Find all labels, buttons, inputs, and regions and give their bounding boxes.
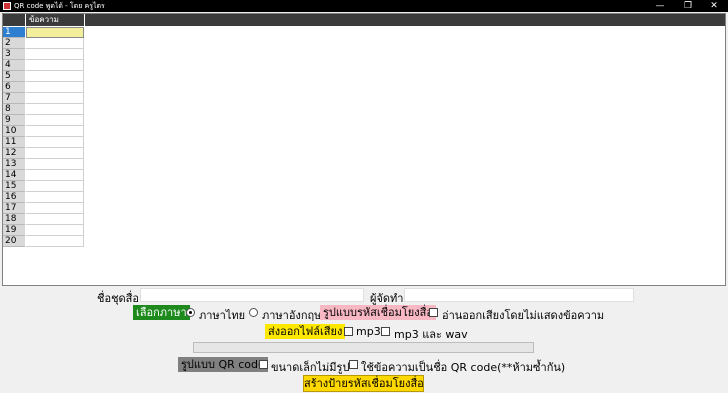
row-header[interactable]: 14	[3, 170, 25, 181]
row-header[interactable]: 7	[3, 93, 25, 104]
message-cell[interactable]	[26, 170, 84, 181]
export-audio-label: ส่งออกไฟล์เสียง	[265, 324, 346, 339]
column-header-filler	[85, 14, 725, 26]
message-cell[interactable]	[26, 203, 84, 214]
row-header[interactable]: 4	[3, 60, 25, 71]
message-cell[interactable]	[26, 60, 84, 71]
link-format-label: รูปแบบรหัสเชื่อมโยงสื่อ	[320, 305, 436, 320]
progress-bar	[193, 342, 534, 353]
message-cell[interactable]	[26, 137, 84, 148]
column-header-message[interactable]: ข้อความ	[26, 14, 84, 26]
row-header[interactable]: 6	[3, 82, 25, 93]
row-header[interactable]: 12	[3, 148, 25, 159]
read-no-text-checkbox[interactable]	[429, 308, 438, 317]
row-header[interactable]: 19	[3, 225, 25, 236]
message-cell[interactable]	[26, 236, 84, 247]
set-name-input[interactable]	[140, 288, 364, 302]
mp3-label[interactable]: mp3	[356, 325, 381, 338]
message-cell[interactable]	[26, 126, 84, 137]
row-header[interactable]: 3	[3, 49, 25, 60]
title-bar: QR code พูดได้ - โดย ครูไตร — ❐ ✕	[0, 0, 728, 12]
mp3-wav-label[interactable]: mp3 และ wav	[394, 325, 468, 343]
maximize-button[interactable]: ❐	[674, 0, 702, 12]
row-header[interactable]: 20	[3, 236, 25, 247]
message-cell[interactable]	[26, 214, 84, 225]
qr-format-label: รูปแบบ QR code	[178, 357, 268, 372]
read-no-text-label[interactable]: อ่านออกเสียงโดยไม่แสดงข้อความ	[442, 306, 604, 324]
row-header[interactable]: 8	[3, 104, 25, 115]
message-grid[interactable]: ข้อความ 1 2 3 4 5 6 7 8 9 10 11 12 13 14 15 16 17 18 19 20	[2, 13, 726, 286]
row-header[interactable]: 18	[3, 214, 25, 225]
text-as-name-label[interactable]: ใช้ข้อความเป็นชื่อ QR code(**ห้ามซ้ำกัน)	[361, 358, 565, 376]
radio-english-label[interactable]: ภาษาอังกฤษ	[262, 306, 321, 324]
row-header[interactable]: 9	[3, 115, 25, 126]
grid-corner	[3, 14, 25, 26]
message-cell[interactable]	[26, 225, 84, 236]
mp3-checkbox[interactable]	[344, 327, 353, 336]
message-cell[interactable]	[26, 115, 84, 126]
row-header[interactable]: 15	[3, 181, 25, 192]
message-cell[interactable]	[26, 192, 84, 203]
close-button[interactable]: ✕	[700, 0, 728, 12]
radio-thai-label[interactable]: ภาษาไทย	[199, 306, 245, 324]
app-icon	[3, 2, 11, 10]
message-cell[interactable]	[26, 148, 84, 159]
row-header[interactable]: 16	[3, 192, 25, 203]
row-header[interactable]: 17	[3, 203, 25, 214]
row-header[interactable]: 11	[3, 137, 25, 148]
message-cell[interactable]	[26, 49, 84, 60]
message-cell[interactable]	[26, 27, 84, 38]
message-cell[interactable]	[26, 82, 84, 93]
row-header[interactable]: 5	[3, 71, 25, 82]
create-link-labels-button[interactable]: สร้างป้ายรหัสเชื่อมโยงสื่อ	[303, 375, 424, 392]
row-header[interactable]: 2	[3, 38, 25, 49]
small-no-image-label[interactable]: ขนาดเล็กไม่มีรูป	[271, 358, 349, 376]
text-as-name-checkbox[interactable]	[349, 360, 358, 369]
row-header[interactable]: 13	[3, 159, 25, 170]
message-cell[interactable]	[26, 104, 84, 115]
window-title: QR code พูดได้ - โดย ครูไตร	[14, 2, 105, 10]
message-cell[interactable]	[26, 159, 84, 170]
radio-thai[interactable]	[186, 308, 195, 317]
small-no-image-checkbox[interactable]	[259, 360, 268, 369]
language-label: เลือกภาษา	[133, 305, 190, 320]
mp3-wav-checkbox[interactable]	[381, 327, 390, 336]
row-header[interactable]: 1	[3, 27, 25, 38]
message-cell[interactable]	[26, 181, 84, 192]
minimize-button[interactable]: —	[646, 0, 674, 12]
message-cell[interactable]	[26, 38, 84, 49]
radio-english[interactable]	[249, 308, 258, 317]
message-cell[interactable]	[26, 93, 84, 104]
message-cell[interactable]	[26, 71, 84, 82]
creator-input[interactable]	[404, 288, 634, 302]
row-header[interactable]: 10	[3, 126, 25, 137]
